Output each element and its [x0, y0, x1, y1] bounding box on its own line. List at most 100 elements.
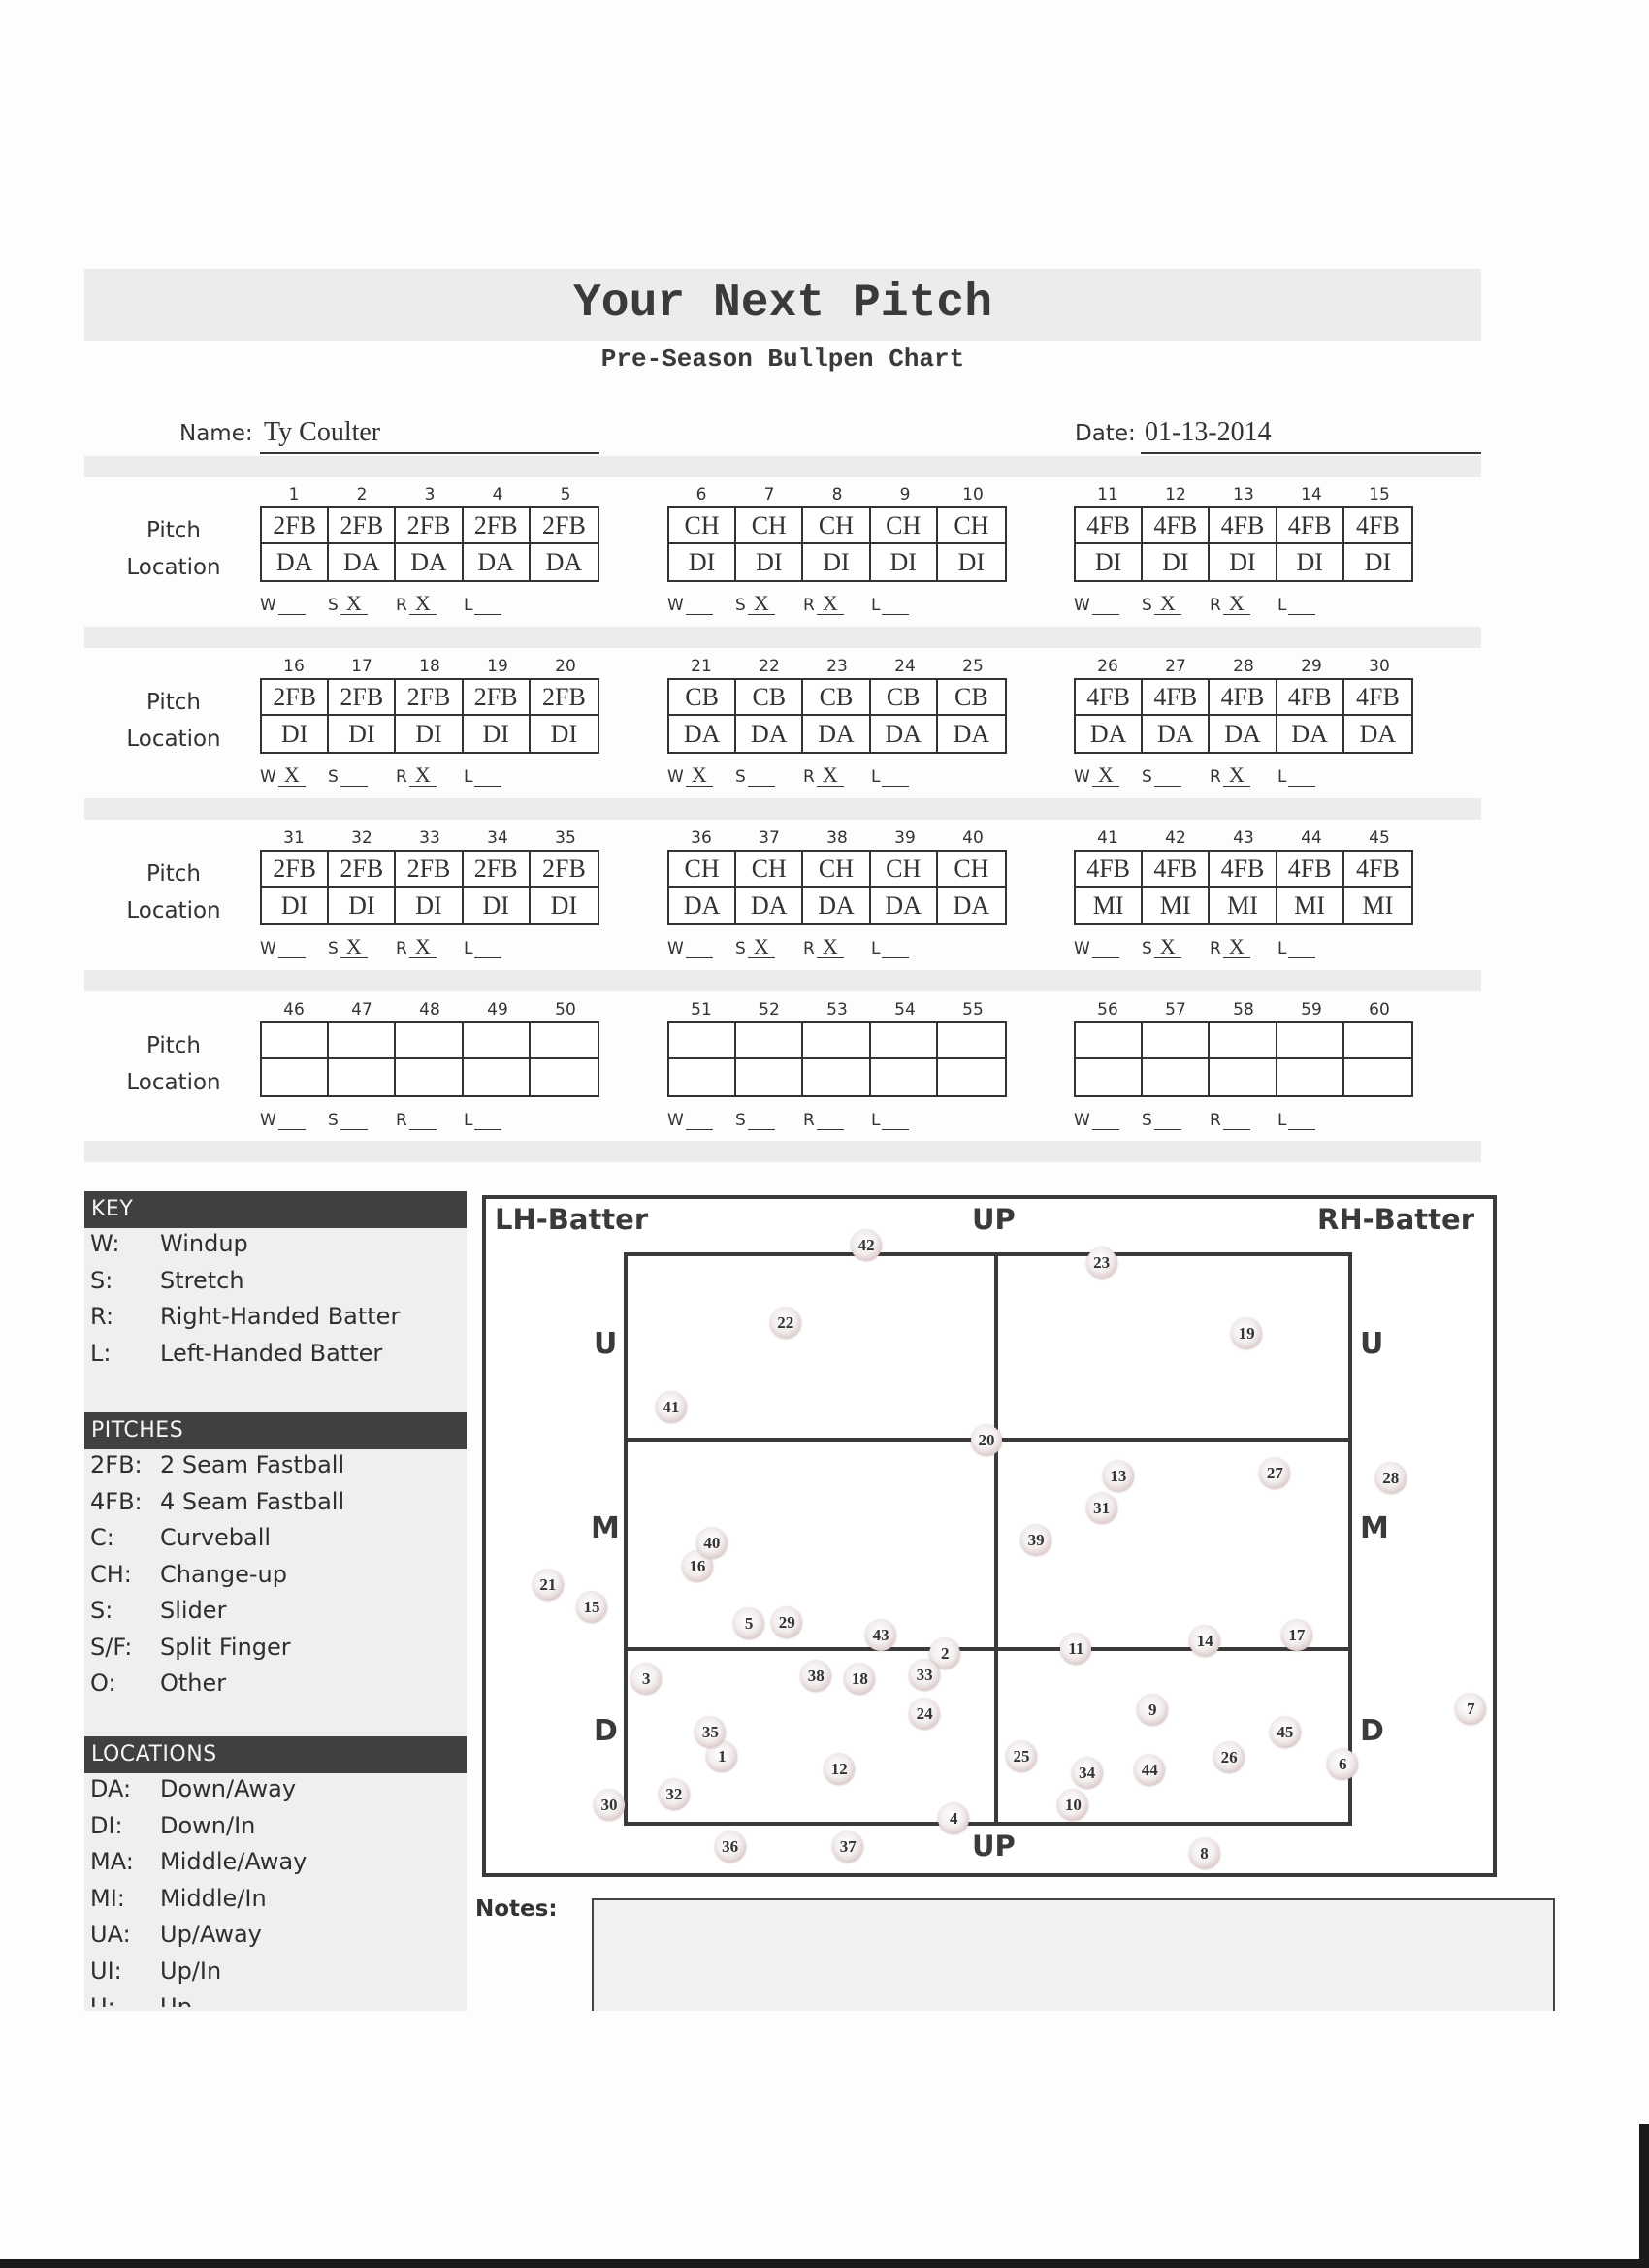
pitch-location-cell[interactable]: DA	[736, 888, 804, 923]
check-mark-field[interactable]: X	[340, 593, 368, 615]
pitch-type-cell[interactable]: CH	[937, 508, 1005, 544]
check-option-r[interactable]: RX	[1210, 933, 1277, 958]
pitch-type-cell[interactable]: 2FB	[530, 680, 598, 716]
check-option-l[interactable]: L	[1277, 1105, 1345, 1130]
pitch-type-cell[interactable]: 4FB	[1210, 508, 1277, 544]
check-option-l[interactable]: L	[464, 933, 532, 958]
pitch-marker[interactable]: 5	[733, 1607, 765, 1639]
pitch-location-cell[interactable]: DA	[938, 716, 1005, 752]
pitch-location-cell[interactable]	[1143, 1059, 1211, 1095]
check-mark-field[interactable]	[685, 957, 713, 958]
pitch-location-cell[interactable]: DA	[1076, 716, 1144, 752]
check-option-s[interactable]: S	[1142, 1105, 1210, 1130]
check-option-s[interactable]: SX	[735, 590, 803, 615]
check-option-r[interactable]: R	[396, 1105, 464, 1130]
pitch-marker[interactable]: 32	[658, 1779, 690, 1811]
pitch-type-cell[interactable]	[736, 1023, 804, 1059]
check-option-s[interactable]: S	[735, 761, 803, 787]
pitch-type-cell[interactable]: 2FB	[329, 852, 397, 888]
check-mark-field[interactable]	[277, 957, 306, 958]
pitch-location-cell[interactable]: MI	[1277, 888, 1344, 923]
pitch-marker[interactable]: 8	[1188, 1837, 1220, 1869]
check-option-l[interactable]: L	[1277, 761, 1345, 787]
check-mark-field[interactable]: X	[747, 936, 775, 958]
check-option-r[interactable]: R	[1210, 1105, 1277, 1130]
pitch-type-cell[interactable]: 2FB	[530, 852, 598, 888]
pitch-type-cell[interactable]	[937, 1023, 1005, 1059]
pitch-location-cell[interactable]: DA	[938, 888, 1005, 923]
check-mark-field[interactable]: X	[1222, 764, 1250, 787]
pitch-location-cell[interactable]: DA	[531, 544, 598, 580]
pitch-location-cell[interactable]	[736, 1059, 804, 1095]
check-option-l[interactable]: L	[871, 761, 939, 787]
pitch-marker[interactable]: 28	[1374, 1462, 1406, 1494]
pitch-type-cell[interactable]: 4FB	[1277, 680, 1344, 716]
check-mark-field[interactable]	[1222, 1129, 1250, 1130]
pitch-location-cell[interactable]: DA	[871, 888, 938, 923]
check-mark-field[interactable]	[816, 1129, 844, 1130]
pitch-location-cell[interactable]: DI	[329, 716, 397, 752]
pitch-type-cell[interactable]	[803, 1023, 871, 1059]
pitch-location-cell[interactable]	[1277, 1059, 1344, 1095]
pitch-type-cell[interactable]	[329, 1023, 397, 1059]
check-mark-field[interactable]: X	[816, 764, 844, 787]
pitch-location-cell[interactable]: DA	[329, 544, 397, 580]
check-mark-field[interactable]	[1288, 786, 1316, 787]
pitch-marker[interactable]: 13	[1102, 1461, 1134, 1493]
pitch-type-cell[interactable]: 4FB	[1076, 508, 1144, 544]
pitch-type-cell[interactable]: CH	[669, 852, 737, 888]
check-option-l[interactable]: L	[871, 1105, 939, 1130]
check-mark-field[interactable]	[747, 786, 775, 787]
pitch-location-cell[interactable]: DA	[736, 716, 804, 752]
check-mark-field[interactable]	[1153, 786, 1181, 787]
check-option-s[interactable]: S	[1142, 761, 1210, 787]
pitch-location-cell[interactable]: MI	[1076, 888, 1144, 923]
notes-field[interactable]	[592, 1898, 1555, 2011]
pitch-type-cell[interactable]: 2FB	[530, 508, 598, 544]
check-mark-field[interactable]: X	[408, 593, 436, 615]
pitch-location-cell[interactable]: DA	[464, 544, 531, 580]
pitch-location-cell[interactable]: DA	[1277, 716, 1344, 752]
pitch-marker[interactable]: 40	[695, 1528, 728, 1560]
pitch-type-cell[interactable]: CB	[669, 680, 737, 716]
check-mark-field[interactable]	[474, 1129, 502, 1130]
pitch-location-cell[interactable]: DA	[262, 544, 330, 580]
pitch-location-cell[interactable]: DI	[396, 888, 464, 923]
pitch-location-cell[interactable]: DI	[329, 888, 397, 923]
pitch-marker[interactable]: 15	[575, 1591, 607, 1623]
pitch-location-cell[interactable]	[938, 1059, 1005, 1095]
check-option-s[interactable]: SX	[1142, 933, 1210, 958]
check-option-r[interactable]: RX	[803, 761, 871, 787]
check-option-s[interactable]: S	[328, 1105, 396, 1130]
check-mark-field[interactable]	[1091, 614, 1119, 615]
check-mark-field[interactable]: X	[1222, 936, 1250, 958]
pitch-marker[interactable]: 20	[970, 1424, 1002, 1456]
check-mark-field[interactable]	[1091, 957, 1119, 958]
check-mark-field[interactable]	[882, 786, 910, 787]
pitch-location-cell[interactable]: DI	[1210, 544, 1277, 580]
pitch-type-cell[interactable]	[1210, 1023, 1277, 1059]
check-mark-field[interactable]	[882, 614, 910, 615]
pitch-type-cell[interactable]: 2FB	[463, 680, 531, 716]
check-mark-field[interactable]: X	[408, 764, 436, 787]
check-option-l[interactable]: L	[464, 590, 532, 615]
check-option-l[interactable]: L	[871, 590, 939, 615]
check-mark-field[interactable]	[474, 957, 502, 958]
check-option-r[interactable]: RX	[396, 761, 464, 787]
pitch-location-cell[interactable]: DI	[1143, 544, 1211, 580]
check-mark-field[interactable]: X	[408, 936, 436, 958]
check-mark-field[interactable]: X	[747, 593, 775, 615]
check-mark-field[interactable]	[340, 786, 368, 787]
check-option-w[interactable]: W	[667, 933, 735, 958]
check-option-w[interactable]: W	[1074, 1105, 1142, 1130]
check-option-s[interactable]: SX	[328, 590, 396, 615]
pitch-type-cell[interactable]	[463, 1023, 531, 1059]
check-option-w[interactable]: W	[667, 1105, 735, 1130]
pitch-type-cell[interactable]: CH	[937, 852, 1005, 888]
pitch-location-cell[interactable]: DI	[1076, 544, 1144, 580]
pitch-marker[interactable]: 10	[1057, 1789, 1089, 1821]
check-option-w[interactable]: W	[667, 590, 735, 615]
pitch-type-cell[interactable]: 2FB	[262, 508, 330, 544]
pitch-type-cell[interactable]: CH	[736, 852, 804, 888]
name-field[interactable]: Ty Coulter	[264, 417, 380, 448]
